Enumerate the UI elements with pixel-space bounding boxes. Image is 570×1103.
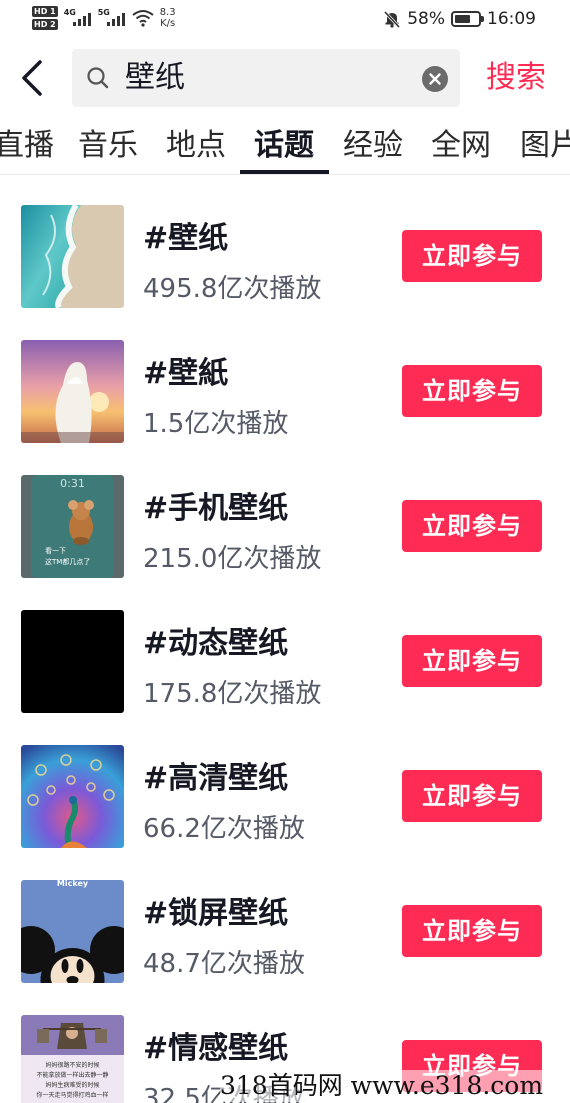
back-arrow-icon[interactable] [18,58,48,98]
thumb-mickey-label: Mickey [57,880,89,888]
topic-row[interactable]: #壁紙 1.5亿次播放 立即参与 [0,340,570,475]
category-tabs: 直播 音乐 地点 话题 经验 全网 图片 [0,118,570,175]
search-input[interactable]: 壁纸 [125,58,185,98]
topic-title: #手机壁纸 [143,491,289,526]
hd2-badge: HD 2 [32,19,58,30]
topic-play-count: 1.5亿次播放 [143,409,289,439]
tab-location[interactable]: 地点 [166,126,226,166]
topic-row[interactable]: #动态壁纸 175.8亿次播放 立即参与 [0,610,570,745]
thumb-quote-2: 不能拿放做一样出去静一静 [36,1071,108,1079]
thumb-clock: 0:31 [60,477,85,490]
topic-title: #锁屏壁纸 [143,896,289,931]
search-bar[interactable]: 壁纸 [72,49,460,107]
network-speed: 8.3 K/s [160,7,176,29]
join-button[interactable]: 立即参与 [402,635,542,687]
tab-web[interactable]: 全网 [431,126,491,166]
topic-play-count: 66.2亿次播放 [143,814,305,844]
tab-images[interactable]: 图片 [520,126,570,166]
clear-icon[interactable] [422,66,448,92]
search-icon [87,67,109,89]
thumb-quote-3: 妈妈生病难受的时候 [45,1081,99,1089]
join-button[interactable]: 立即参与 [402,230,542,282]
topic-title: #动态壁纸 [143,626,289,661]
thumb-caption-2: 这TM都几点了 [45,557,90,566]
topic-thumbnail: 妈妈很路不安的时候 不能拿放做一样出去静一静 妈妈生病难受的时候 你一天走马觉得… [21,1015,124,1103]
cell-signal-1-icon: 4G [64,8,92,26]
join-button[interactable]: 立即参与 [402,500,542,552]
topic-title: #高清壁纸 [143,761,289,796]
network-speed-unit: K/s [160,18,176,29]
tab-live[interactable]: 直播 [0,126,54,166]
mute-bell-icon [384,10,401,28]
network-speed-value: 8.3 [159,7,176,18]
hd1-badge: HD 1 [32,6,58,17]
thumb-quote-4: 你一天走马觉得打鸡血一样 [36,1091,108,1099]
cell-signal-2-icon: 5G [98,8,126,26]
topic-thumbnail [21,205,124,308]
status-left-group: HD 1 HD 2 4G 5G 8.3 K/s [32,6,176,30]
topic-play-count: 215.0亿次播放 [143,544,322,574]
clock: 16:09 [487,9,536,29]
active-tab-indicator [240,170,329,174]
topic-title: #情感壁纸 [143,1031,289,1066]
wifi-icon [132,10,154,27]
tab-experience[interactable]: 经验 [343,126,403,166]
topic-thumbnail: 0:31 看一下 这TM都几点了 [21,475,124,578]
tab-topic[interactable]: 话题 [254,126,314,166]
site-watermark: 318首码网 www.e318.com [220,1070,544,1102]
thumb-quote-1: 妈妈很路不安的时候 [45,1061,99,1069]
topic-play-count: 175.8亿次播放 [143,679,322,709]
status-bar: HD 1 HD 2 4G 5G 8.3 K/s 58% 16:09 [0,0,570,42]
topic-thumbnail [21,610,124,713]
topic-thumbnail [21,340,124,443]
search-results-screen: HD 1 HD 2 4G 5G 8.3 K/s 58% 16:09 壁纸 搜索 … [0,0,570,1103]
topic-row[interactable]: Mickey #锁屏壁纸 48.7亿次播放 立即参与 [0,880,570,1015]
thumb-caption-1: 看一下 [45,547,66,555]
join-button[interactable]: 立即参与 [402,365,542,417]
join-button[interactable]: 立即参与 [402,905,542,957]
topic-row[interactable]: #壁纸 495.8亿次播放 立即参与 [0,205,570,340]
search-button[interactable]: 搜索 [486,56,546,100]
topic-play-count: 48.7亿次播放 [143,949,305,979]
battery-percent: 58% [407,9,445,29]
topic-row[interactable]: #高清壁纸 66.2亿次播放 立即参与 [0,745,570,880]
battery-icon [451,11,484,27]
topic-thumbnail: Mickey [21,880,124,983]
topic-thumbnail [21,745,124,848]
hd-badges: HD 1 HD 2 [32,6,58,30]
topic-row[interactable]: 0:31 看一下 这TM都几点了 #手机壁纸 215.0亿次播放 立即参与 [0,475,570,610]
status-right-group: 58% 16:09 [383,9,536,29]
tab-music[interactable]: 音乐 [78,126,138,166]
join-button[interactable]: 立即参与 [402,770,542,822]
topic-title: #壁纸 [143,221,229,256]
topic-title: #壁紙 [143,356,229,391]
topic-play-count: 495.8亿次播放 [143,274,322,304]
